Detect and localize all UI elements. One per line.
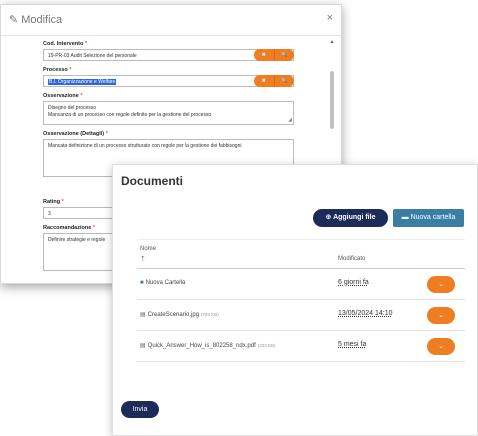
- submit-button[interactable]: Invia: [121, 401, 159, 418]
- resize-grip-icon[interactable]: ◢: [288, 117, 292, 124]
- row-modified: 6 giorni fa: [338, 279, 369, 286]
- chevron-down-icon: ⌄: [438, 343, 444, 350]
- chevron-down-icon: ⌄: [438, 281, 444, 288]
- row-actions-button[interactable]: ⌄: [427, 307, 455, 324]
- document-icon: ▤: [140, 343, 146, 349]
- column-name-header[interactable]: Nome: [140, 246, 156, 252]
- sort-up-icon[interactable]: 🡑: [141, 255, 145, 266]
- row-name[interactable]: Nuova Cartella: [146, 280, 186, 286]
- rating-field[interactable]: 3: [43, 207, 113, 219]
- scroll-up-icon[interactable]: ▲: [328, 39, 336, 45]
- documents-title: Documenti: [121, 174, 184, 188]
- modal-title: ✎ Modifica: [9, 14, 63, 26]
- row-modified: 13/05/2024 14:10: [338, 310, 393, 317]
- processo-field[interactable]: B.I. Organizzazione e Welfare ✖ 🔍: [43, 75, 294, 87]
- row-actions-button[interactable]: ⌄: [427, 276, 455, 293]
- plus-circle-icon: ⊕: [325, 214, 332, 221]
- search-button[interactable]: 🔍: [274, 49, 294, 61]
- document-icon: ▤: [140, 312, 146, 318]
- edit-icon: ✎: [9, 14, 19, 26]
- osservazione-label: Osservazione *: [43, 93, 83, 99]
- processo-label: Processo *: [43, 67, 72, 73]
- table-row[interactable]: ■ Nuova Cartella 6 giorni fa ⌄: [137, 269, 465, 300]
- add-file-button[interactable]: ⊕ Aggiungi file: [313, 209, 388, 227]
- osservazione-textarea[interactable]: Disegno del processo Mancanza di un proc…: [43, 101, 294, 125]
- row-name[interactable]: Quick_Answer_How_is_802258_ndx.pdf: [148, 343, 256, 349]
- documents-table: Nome 🡑 Modificato ■ Nuova Cartella 6 gior…: [137, 239, 465, 362]
- search-button[interactable]: 🔍: [274, 75, 294, 87]
- new-folder-button[interactable]: ▬ Nuova cartella: [393, 209, 464, 227]
- scrollbar-thumb[interactable]: [330, 71, 334, 129]
- folder-icon: ▬: [401, 214, 409, 221]
- close-icon[interactable]: ×: [327, 12, 333, 24]
- osservazione-dettagli-label: Osservazione (Dettagli) *: [43, 131, 108, 137]
- column-modified-header[interactable]: Modificato: [338, 256, 365, 262]
- row-modified: 5 mesi fa: [338, 341, 367, 348]
- cod-intervento-actions: ✖ 🔍: [254, 49, 294, 61]
- clear-button[interactable]: ✖: [254, 75, 275, 87]
- clear-button[interactable]: ✖: [254, 49, 275, 61]
- table-row[interactable]: ▤ Quick_Answer_How_is_802258_ndx.pdf (233 …: [137, 331, 465, 362]
- cod-intervento-label: Cod. Intervento *: [43, 41, 88, 47]
- table-header: Nome 🡑 Modificato: [137, 239, 465, 269]
- documents-panel: Documenti ⊕ Aggiungi file ▬ Nuova cartel…: [112, 164, 478, 436]
- row-actions-button[interactable]: ⌄: [427, 338, 455, 355]
- table-row[interactable]: ▤ CreateScenario.jpg (793 KB) 13/05/2024 1…: [137, 300, 465, 331]
- row-size: (793 KB): [201, 312, 219, 317]
- modal-header: ✎ Modifica ×: [1, 5, 341, 36]
- row-name[interactable]: CreateScenario.jpg: [148, 312, 199, 318]
- cod-intervento-field[interactable]: 19-PR-03 Audit Selezione del personale ✖…: [43, 49, 294, 61]
- folder-icon: ■: [140, 280, 144, 286]
- processo-actions: ✖ 🔍: [254, 75, 294, 87]
- row-size: (233 KB): [257, 343, 276, 348]
- chevron-down-icon: ⌄: [438, 312, 444, 319]
